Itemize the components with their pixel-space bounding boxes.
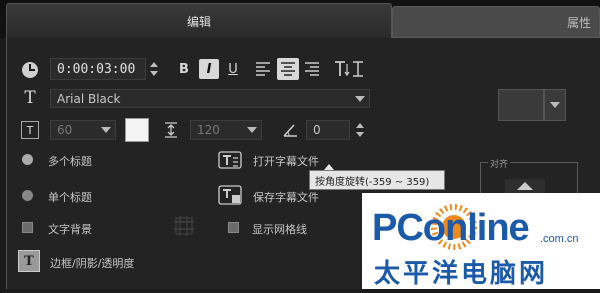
font-size-value: 60 — [57, 123, 73, 137]
angle-input[interactable]: 0 — [306, 120, 350, 140]
tab-properties-label: 属性 — [566, 16, 591, 30]
chevron-down-icon — [101, 127, 111, 133]
align-center-icon[interactable] — [277, 58, 299, 80]
underline-button[interactable]: U — [225, 60, 241, 78]
background-color-swatch[interactable] — [498, 89, 544, 121]
pconline-watermark: PConline .com.cn 太平洋电脑网 — [362, 193, 600, 289]
angle-icon — [281, 122, 299, 138]
font-name-value: Arial Black — [57, 91, 121, 106]
line-spacing-value: 120 — [197, 123, 220, 137]
align-left-icon[interactable] — [254, 60, 272, 78]
watermark-brand: PConline — [372, 207, 530, 249]
chevron-down-icon — [550, 102, 560, 108]
chevron-down-icon — [247, 127, 257, 133]
multi-title-radio[interactable] — [22, 154, 33, 165]
tab-edit-label: 编辑 — [186, 15, 211, 29]
tab-bar: 编辑 属性 — [0, 0, 600, 38]
tab-edit[interactable]: 编辑 — [6, 3, 392, 38]
multi-title-label: 多个标题 — [48, 155, 92, 168]
angle-spinner[interactable] — [354, 120, 366, 140]
clock-icon — [20, 60, 40, 80]
duration-input[interactable]: 0:00:03:00 — [50, 58, 146, 80]
italic-button[interactable]: I — [199, 59, 219, 79]
font-icon: T — [24, 88, 36, 108]
background-color-dropdown[interactable] — [544, 89, 566, 121]
angle-tooltip: 按角度旋转(-359 ~ 359) — [309, 170, 445, 190]
font-name-select[interactable]: Arial Black — [50, 89, 370, 108]
duration-spinner[interactable] — [148, 58, 160, 80]
open-subtitle-icon[interactable] — [218, 150, 242, 170]
align-right-icon[interactable] — [303, 60, 321, 78]
font-size-icon: T — [21, 121, 39, 139]
text-direction-icon[interactable] — [332, 59, 368, 79]
single-title-label: 单个标题 — [48, 191, 92, 204]
tab-properties[interactable]: 属性 — [392, 6, 600, 38]
grid-icon — [172, 214, 196, 238]
text-background-label: 文字背景 — [48, 223, 92, 236]
font-color-swatch[interactable] — [125, 118, 149, 142]
save-subtitle-label[interactable]: 保存字幕文件 — [253, 189, 343, 205]
border-shadow-label[interactable]: 边框/阴影/透明度 — [50, 255, 134, 271]
show-grid-checkbox[interactable] — [228, 222, 239, 233]
show-grid-label: 显示网格线 — [252, 223, 307, 236]
align-up-icon[interactable] — [505, 178, 545, 194]
single-title-radio[interactable] — [22, 190, 33, 201]
open-subtitle-label[interactable]: 打开字幕文件 — [253, 153, 323, 169]
chevron-down-icon — [355, 96, 365, 102]
border-shadow-icon[interactable]: T — [18, 250, 40, 272]
bold-button[interactable]: B — [176, 60, 192, 78]
line-spacing-icon — [163, 121, 179, 139]
text-background-checkbox[interactable] — [22, 222, 33, 233]
angle-value: 0 — [313, 123, 321, 137]
watermark-cn: 太平洋电脑网 — [374, 259, 549, 289]
align-group-label: 对齐 — [488, 157, 511, 170]
save-subtitle-icon[interactable] — [218, 184, 242, 206]
watermark-domain: .com.cn — [540, 233, 579, 245]
